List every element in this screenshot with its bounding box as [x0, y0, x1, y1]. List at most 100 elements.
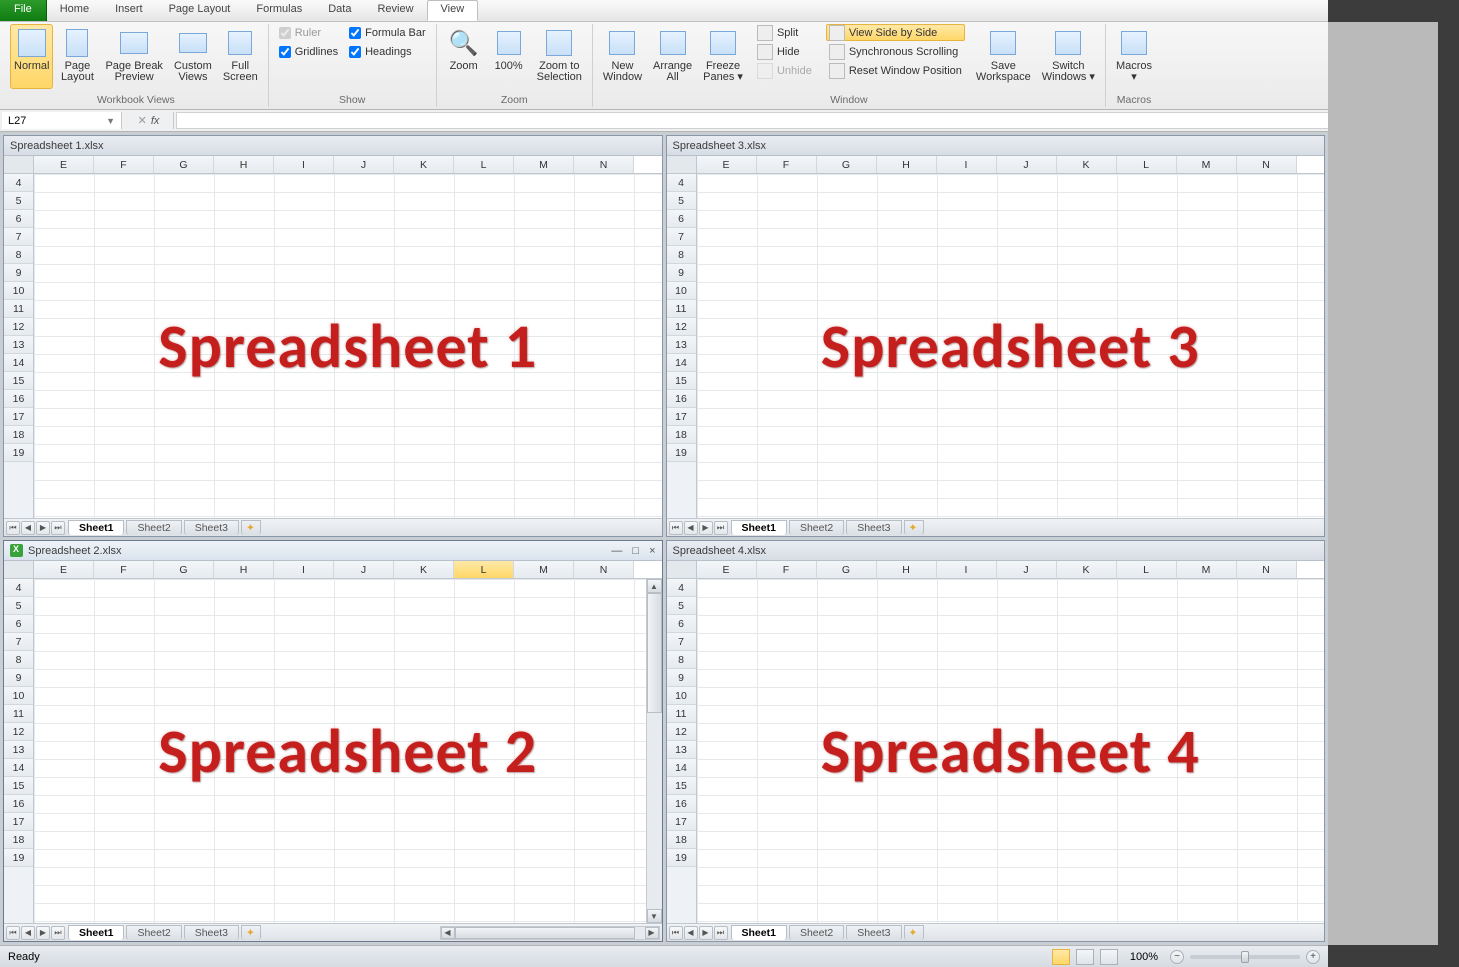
new-sheet-button[interactable]: ✦: [241, 520, 261, 535]
cells-grid[interactable]: Spreadsheet 2: [34, 579, 662, 923]
zoom-out-button[interactable]: −: [1170, 950, 1184, 964]
sheet-nav-button[interactable]: ▶: [699, 521, 713, 535]
row-header[interactable]: 7: [667, 228, 696, 246]
sheet-nav-button[interactable]: ⏮: [669, 521, 683, 535]
row-header[interactable]: 17: [667, 813, 696, 831]
column-header[interactable]: K: [1057, 561, 1117, 578]
tab-home[interactable]: Home: [47, 0, 102, 21]
scroll-right-icon[interactable]: ▶: [645, 927, 659, 939]
column-header[interactable]: L: [454, 561, 514, 578]
sheet-nav-button[interactable]: ▶: [36, 926, 50, 940]
row-header[interactable]: 5: [4, 192, 33, 210]
sheet-nav-button[interactable]: ⏮: [6, 926, 20, 940]
row-header[interactable]: 13: [4, 336, 33, 354]
formula-bar-checkbox[interactable]: Formula Bar: [349, 24, 426, 41]
row-header[interactable]: 17: [667, 408, 696, 426]
row-header[interactable]: 10: [667, 687, 696, 705]
column-header[interactable]: N: [1237, 156, 1297, 173]
sheet-nav-button[interactable]: ▶: [36, 521, 50, 535]
column-header[interactable]: J: [334, 156, 394, 173]
column-header[interactable]: K: [1057, 156, 1117, 173]
cells-grid[interactable]: Spreadsheet 3: [697, 174, 1325, 518]
row-header[interactable]: 6: [4, 615, 33, 633]
synchronous-scrolling-button[interactable]: Synchronous Scrolling: [826, 43, 965, 60]
column-header[interactable]: H: [877, 156, 937, 173]
hide-button[interactable]: Hide: [754, 43, 815, 60]
column-header[interactable]: N: [1237, 561, 1297, 578]
row-header[interactable]: 5: [4, 597, 33, 615]
full-screen-button[interactable]: Full Screen: [219, 24, 262, 89]
row-header[interactable]: 16: [667, 390, 696, 408]
select-all-corner[interactable]: [667, 156, 696, 174]
zoom-in-button[interactable]: +: [1306, 950, 1320, 964]
tab-review[interactable]: Review: [364, 0, 426, 21]
workbook-titlebar[interactable]: Spreadsheet 4.xlsx: [667, 541, 1325, 561]
row-header[interactable]: 11: [667, 705, 696, 723]
fx-icon[interactable]: fx: [151, 115, 160, 127]
arrange-all-button[interactable]: Arrange All: [649, 24, 696, 89]
row-header[interactable]: 18: [667, 831, 696, 849]
tab-pagelayout[interactable]: Page Layout: [156, 0, 244, 21]
row-header[interactable]: 8: [4, 246, 33, 264]
tab-data[interactable]: Data: [315, 0, 364, 21]
cancel-icon[interactable]: ✕: [138, 114, 147, 127]
sheet-tab[interactable]: Sheet2: [789, 520, 844, 535]
scroll-down-icon[interactable]: ▼: [647, 909, 662, 923]
scrollbar-thumb[interactable]: [455, 927, 635, 939]
row-header[interactable]: 6: [667, 615, 696, 633]
column-header[interactable]: I: [274, 156, 334, 173]
column-header[interactable]: H: [877, 561, 937, 578]
column-header[interactable]: N: [574, 561, 634, 578]
row-header[interactable]: 17: [4, 408, 33, 426]
close-window-icon[interactable]: ×: [649, 545, 655, 557]
column-header[interactable]: J: [997, 561, 1057, 578]
row-header[interactable]: 12: [667, 318, 696, 336]
row-header[interactable]: 7: [4, 228, 33, 246]
row-header[interactable]: 11: [667, 300, 696, 318]
row-header[interactable]: 19: [4, 849, 33, 867]
reset-window-position-button[interactable]: Reset Window Position: [826, 62, 965, 79]
view-normal-icon[interactable]: [1052, 949, 1070, 965]
column-header[interactable]: G: [817, 561, 877, 578]
column-header[interactable]: F: [757, 156, 817, 173]
formula-input[interactable]: [176, 112, 1441, 129]
dropdown-icon[interactable]: ▼: [106, 116, 115, 126]
sheet-tab[interactable]: Sheet3: [846, 925, 901, 940]
column-header[interactable]: E: [697, 156, 757, 173]
column-header[interactable]: G: [154, 561, 214, 578]
workbook-window[interactable]: Spreadsheet 2.xlsx—□×4567891011121314151…: [3, 540, 663, 942]
sheet-nav-button[interactable]: ▶: [699, 926, 713, 940]
freeze-panes-button[interactable]: Freeze Panes ▾: [699, 24, 747, 89]
vertical-scrollbar[interactable]: ▲▼: [646, 579, 662, 923]
new-sheet-button[interactable]: ✦: [241, 925, 261, 940]
column-header[interactable]: G: [817, 156, 877, 173]
column-header[interactable]: E: [34, 561, 94, 578]
grid-area[interactable]: 45678910111213141516171819EFGHIJKLMNSpre…: [667, 561, 1325, 923]
row-header[interactable]: 12: [667, 723, 696, 741]
row-header[interactable]: 15: [4, 777, 33, 795]
select-all-corner[interactable]: [667, 561, 696, 579]
zoom-slider[interactable]: [1190, 955, 1300, 959]
row-header[interactable]: 8: [667, 651, 696, 669]
tab-file[interactable]: File: [0, 0, 47, 21]
column-header[interactable]: H: [214, 561, 274, 578]
row-header[interactable]: 15: [4, 372, 33, 390]
gridlines-checkbox[interactable]: Gridlines: [279, 43, 338, 60]
zoom-button[interactable]: 🔍Zoom: [443, 24, 485, 89]
row-header[interactable]: 12: [4, 723, 33, 741]
row-header[interactable]: 4: [4, 174, 33, 192]
zoom-100-button[interactable]: 100%: [488, 24, 530, 89]
row-header[interactable]: 10: [4, 687, 33, 705]
row-header[interactable]: 19: [4, 444, 33, 462]
row-header[interactable]: 6: [667, 210, 696, 228]
row-header[interactable]: 7: [667, 633, 696, 651]
sheet-tab[interactable]: Sheet3: [846, 520, 901, 535]
headings-checkbox[interactable]: Headings: [349, 43, 426, 60]
row-header[interactable]: 14: [667, 354, 696, 372]
column-header[interactable]: E: [34, 156, 94, 173]
scroll-left-icon[interactable]: ◀: [441, 927, 455, 939]
row-header[interactable]: 7: [4, 633, 33, 651]
min-window-icon[interactable]: —: [611, 545, 622, 557]
row-header[interactable]: 19: [667, 849, 696, 867]
row-header[interactable]: 18: [4, 426, 33, 444]
